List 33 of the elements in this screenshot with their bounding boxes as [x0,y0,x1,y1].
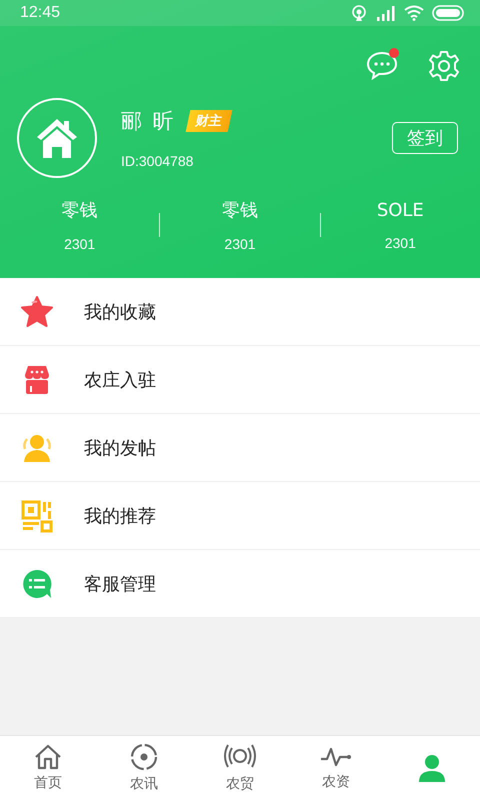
status-time: 12:45 [20,4,60,22]
battery-icon [432,5,464,21]
home-icon [34,744,62,770]
rank-badge: 财主 [185,110,232,132]
star-icon [20,294,54,328]
qr-code-icon [20,498,54,532]
avatar[interactable] [17,98,97,178]
user-id: ID:3004788 [121,153,194,169]
wifi-icon [404,5,424,21]
pulse-icon [320,745,352,769]
menu-item[interactable]: 我的推荐 [0,482,480,550]
stat-value: 2301 [64,236,96,252]
stat-value: 2301 [384,234,416,250]
hotspot-icon [350,4,368,22]
tab-item[interactable]: 农资 [288,736,384,800]
menu-item[interactable]: 我的收藏 [0,278,480,346]
message-icon[interactable] [366,50,398,80]
menu-item[interactable]: 农庄入驻 [0,346,480,414]
signal-icon [376,4,396,22]
menu-item[interactable]: 客服管理 [0,550,480,618]
user-icon [418,754,446,782]
tab-item[interactable]: 首页 [0,736,96,800]
tab-item[interactable]: 农贸 [192,736,288,800]
home-icon [35,117,79,159]
stat-label: 零钱 [62,199,98,222]
target-icon [130,743,158,771]
stat-value: 2301 [224,236,256,252]
settings-icon[interactable] [428,50,460,82]
user-name: 郦 昕 [121,108,176,135]
menu-item[interactable]: 我的发帖 [0,414,480,482]
stat-label: 零钱 [222,199,258,222]
stat-label: SOLE [376,200,424,220]
tab-item[interactable]: 农讯 [96,736,192,800]
